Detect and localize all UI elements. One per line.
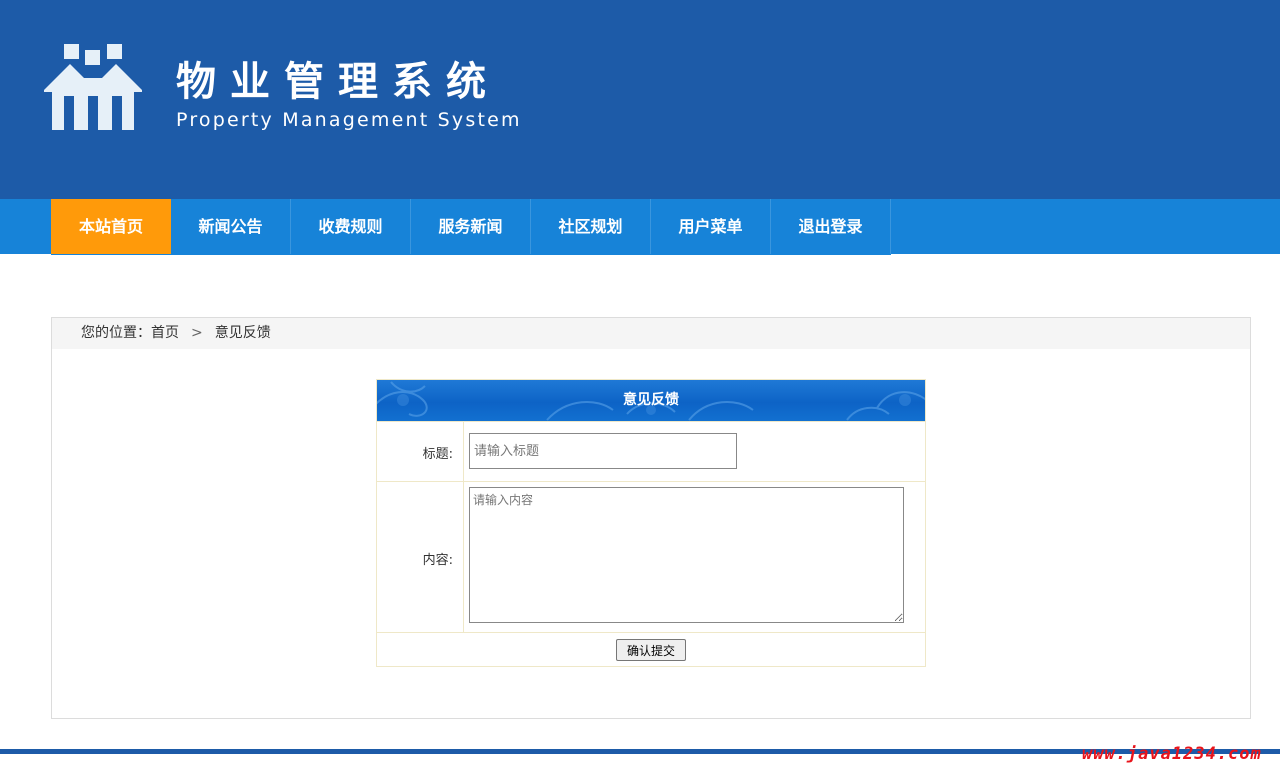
breadcrumb: 您的位置：首页 > 意见反馈 — [52, 318, 1250, 349]
row-divider — [377, 632, 925, 633]
content-textarea[interactable] — [469, 487, 904, 623]
feedback-form: 意见反馈 标题: 内容: 确认提交 — [376, 379, 926, 667]
nav-item-news[interactable]: 新闻公告 — [171, 199, 291, 254]
nav-item-user-menu[interactable]: 用户菜单 — [651, 199, 771, 254]
nav-item-fee-rules[interactable]: 收费规则 — [291, 199, 411, 254]
breadcrumb-prefix: 您的位置： — [81, 325, 151, 341]
title-label: 标题: — [422, 447, 453, 462]
form-title: 意见反馈 — [623, 392, 679, 408]
nav-list: 本站首页 新闻公告 收费规则 服务新闻 社区规划 用户菜单 退出登录 — [51, 199, 891, 254]
form-header: 意见反馈 — [377, 380, 925, 421]
column-divider — [463, 421, 464, 632]
nav-item-service-news[interactable]: 服务新闻 — [411, 199, 531, 254]
site-title: 物业管理系统 — [176, 59, 500, 105]
site-watermark: www.java1234.com — [1082, 744, 1262, 764]
row-divider — [377, 481, 925, 482]
nav-underline — [51, 254, 891, 255]
site-header: 物业管理系统 Property Management System — [0, 0, 1280, 199]
title-input[interactable] — [469, 433, 737, 469]
nav-item-logout[interactable]: 退出登录 — [771, 199, 891, 254]
nav-item-community-plan[interactable]: 社区规划 — [531, 199, 651, 254]
submit-button[interactable]: 确认提交 — [616, 639, 686, 661]
breadcrumb-home-link[interactable]: 首页 — [151, 325, 179, 341]
breadcrumb-separator: > — [191, 325, 203, 341]
main-nav: 本站首页 新闻公告 收费规则 服务新闻 社区规划 用户菜单 退出登录 — [0, 199, 1280, 254]
houses-logo-icon — [42, 42, 144, 132]
row-divider — [377, 421, 925, 422]
site-subtitle: Property Management System — [176, 109, 522, 131]
breadcrumb-current: 意见反馈 — [214, 325, 271, 341]
nav-item-home[interactable]: 本站首页 — [51, 199, 171, 254]
content-label: 内容: — [422, 553, 453, 568]
